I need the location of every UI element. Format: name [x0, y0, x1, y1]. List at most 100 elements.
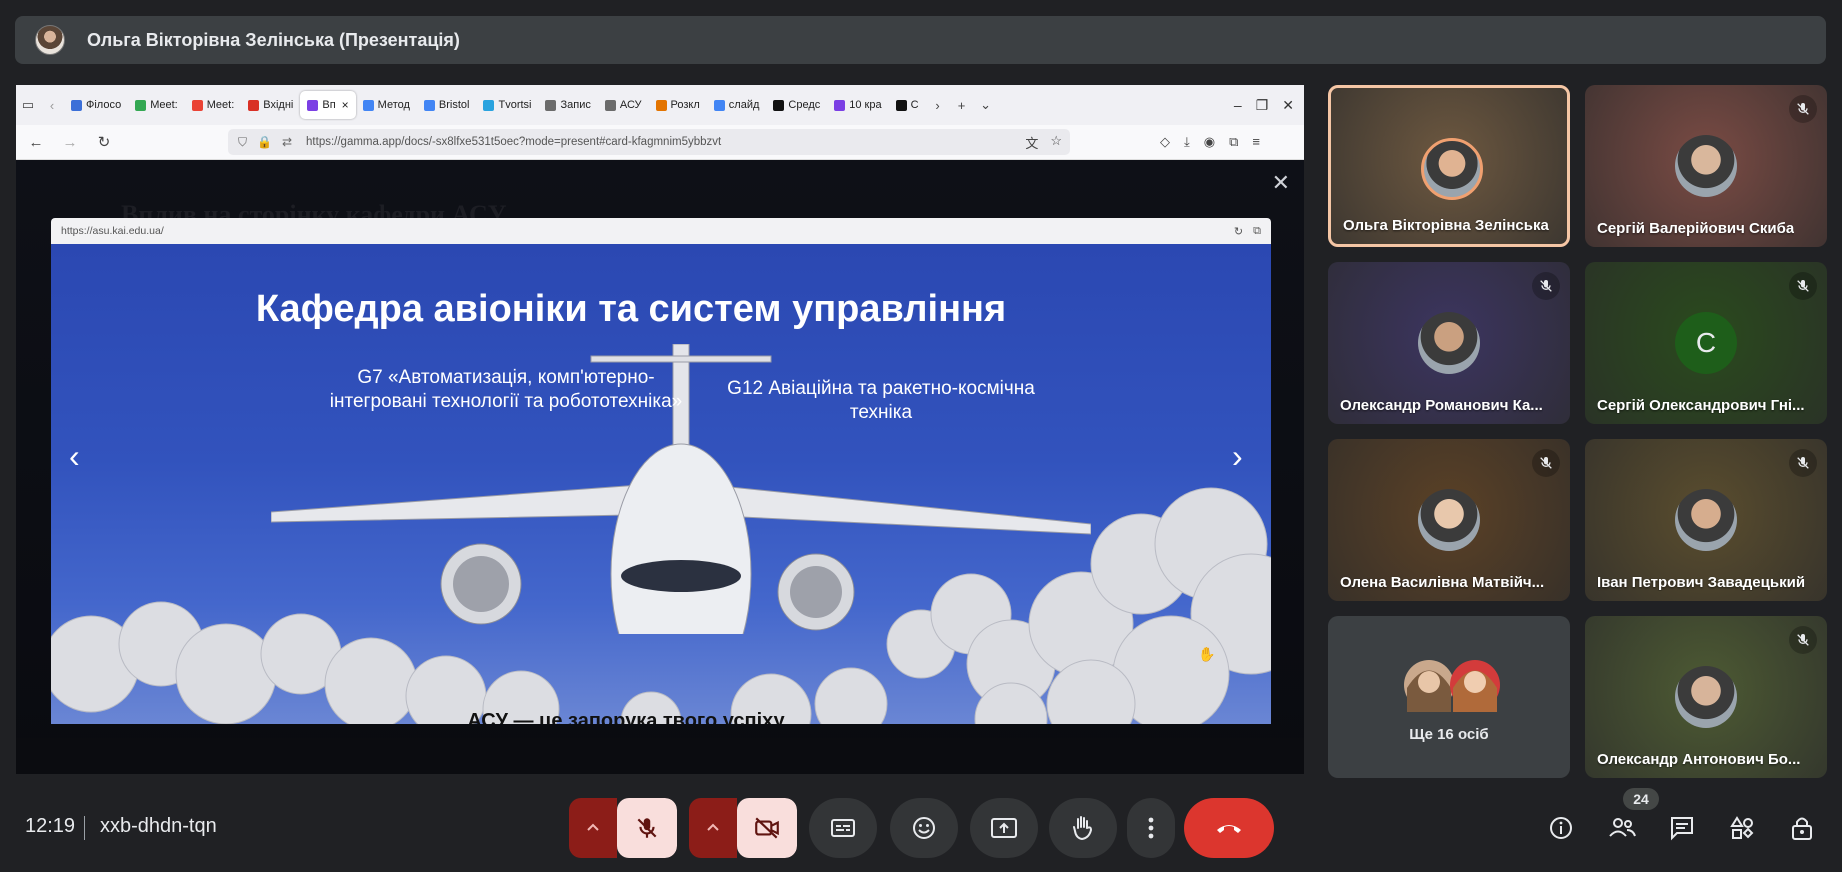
scroll-tabs-right-icon[interactable]: › [926, 93, 950, 117]
participant-tile[interactable]: Олександр Антонович Бо... [1585, 616, 1827, 778]
lock-icon[interactable]: 🔒 [257, 135, 272, 149]
embed-reload-icon[interactable]: ↻ [1234, 225, 1243, 238]
tab-list: Філосо Meet: Meet: Вхідні Вп × Метод Bristol Tvo… [64, 91, 926, 119]
browser-tab[interactable]: Meet: [185, 91, 242, 119]
tab-favicon-icon [713, 99, 725, 111]
browser-tab[interactable]: 10 кра [827, 91, 888, 119]
close-window-icon[interactable]: ✕ [1282, 97, 1294, 114]
mic-muted-icon [1789, 272, 1817, 300]
embed-url: https://asu.kai.edu.ua/ [61, 225, 164, 237]
browser-tab[interactable]: Средс [766, 91, 827, 119]
bottom-bar: 12:19 xxb-dhdn-tqn 24 [0, 788, 1842, 872]
audio-options-button[interactable] [569, 798, 617, 858]
permissions-icon[interactable]: ⇄ [282, 135, 292, 149]
browser-tab[interactable]: Запис [538, 91, 597, 119]
reactions-button[interactable] [890, 798, 958, 858]
activities-icon [1730, 816, 1754, 839]
new-tab-icon[interactable]: + [950, 93, 974, 117]
chevron-up-icon [707, 823, 719, 831]
avatar [1675, 489, 1737, 551]
slide-prev-icon[interactable]: ‹ [69, 438, 80, 475]
participant-name: Олександр Романович Ка... [1340, 397, 1543, 414]
tab-favicon-icon [545, 99, 557, 111]
participant-tile[interactable]: Олена Василівна Матвійч... [1328, 439, 1570, 601]
avatar-initial: С [1675, 312, 1737, 374]
url-bar[interactable]: ⛉ 🔒 ⇄ https://gamma.app/docs/-sx8lfxe531… [228, 129, 1070, 155]
scroll-tabs-left-icon[interactable]: ‹ [40, 93, 64, 117]
mic-toggle-button[interactable] [617, 798, 677, 858]
people-icon [1609, 818, 1636, 837]
tab-favicon-icon [423, 99, 435, 111]
browser-tab[interactable]: АСУ [598, 91, 649, 119]
browser-tab[interactable]: слайд [707, 91, 767, 119]
activities-button[interactable] [1722, 808, 1762, 848]
restore-icon[interactable]: ❐ [1256, 97, 1269, 114]
tab-label: 10 кра [849, 99, 882, 111]
slide-next-icon[interactable]: › [1232, 438, 1243, 475]
avatar [1418, 489, 1480, 551]
browser-tab[interactable]: C [889, 91, 926, 119]
open-external-icon[interactable]: ⧉ [1253, 225, 1261, 238]
mic-muted-icon [1789, 95, 1817, 123]
extensions-icon[interactable]: ⧉ [1229, 134, 1238, 150]
present-button[interactable] [970, 798, 1038, 858]
tab-favicon-icon [834, 99, 846, 111]
close-embed-icon[interactable]: ✕ [1272, 170, 1290, 196]
browser-tab[interactable]: Метод [356, 91, 417, 119]
forward-icon[interactable]: → [56, 128, 84, 156]
more-participants-tile[interactable]: Ще 16 осіб [1328, 616, 1570, 778]
camera-toggle-button[interactable] [737, 798, 797, 858]
bookmark-star-icon[interactable]: ☆ [1050, 133, 1062, 152]
browser-tab[interactable]: Bristol [417, 91, 477, 119]
captions-button[interactable] [809, 798, 877, 858]
meeting-details-button[interactable] [1541, 808, 1581, 848]
toolbar-right: ◇ ⤓ ◉ ⧉ ≡ [1160, 134, 1260, 150]
tracking-shield-icon[interactable]: ⛉ [238, 135, 247, 150]
meeting-code: xxb-dhdn-tqn [100, 815, 217, 837]
downloads-icon[interactable]: ⤓ [1184, 134, 1190, 150]
hang-up-icon [1217, 825, 1241, 833]
account-icon[interactable]: ◉ [1204, 134, 1215, 150]
participant-tile[interactable]: С Сергій Олександрович Гні... [1585, 262, 1827, 424]
participant-tile[interactable]: Іван Петрович Завадецький [1585, 439, 1827, 601]
browser-tab[interactable]: Філосо [64, 91, 128, 119]
browser-tab[interactable]: Вхідні [241, 91, 300, 119]
participant-tile[interactable]: Сергій Валерійович Скиба [1585, 85, 1827, 247]
menu-icon[interactable]: ≡ [1252, 134, 1260, 150]
tab-label: C [910, 99, 919, 111]
tab-label: Філосо [86, 99, 122, 111]
people-button[interactable] [1602, 808, 1642, 848]
emoji-icon [913, 817, 935, 839]
tab-label: Bristol [438, 99, 470, 111]
raise-hand-button[interactable] [1049, 798, 1117, 858]
minimize-icon[interactable]: – [1234, 97, 1242, 114]
browser-tab[interactable]: Meet: [128, 91, 185, 119]
browser-tab[interactable]: Розкл [649, 91, 707, 119]
leave-call-button[interactable] [1184, 798, 1274, 858]
avatar [1675, 135, 1737, 197]
participant-tile[interactable]: Олександр Романович Ка... [1328, 262, 1570, 424]
chat-button[interactable] [1662, 808, 1702, 848]
chat-icon [1671, 817, 1693, 841]
tab-overview-icon[interactable]: ▭ [16, 93, 40, 117]
specialty-left: G7 «Автоматизація, комп'ютерно-інтегрова… [329, 367, 683, 412]
browser-tab[interactable]: Вп × [300, 91, 356, 119]
more-options-button[interactable] [1127, 798, 1175, 858]
avatar [1675, 666, 1737, 728]
list-tabs-icon[interactable]: ⌄ [974, 93, 998, 117]
tab-favicon-icon [895, 99, 907, 111]
translate-icon[interactable]: 文 [1025, 133, 1038, 152]
tab-favicon-icon [71, 99, 82, 111]
host-controls-button[interactable] [1782, 808, 1822, 848]
back-icon[interactable]: ← [22, 128, 50, 156]
browser-tab[interactable]: Tvortsi [476, 91, 538, 119]
pocket-icon[interactable]: ◇ [1160, 134, 1170, 150]
presenter-avatar [35, 25, 65, 55]
browser-navbar: ← → ↻ ⛉ 🔒 ⇄ https://gamma.app/docs/-sx8l… [16, 125, 1304, 160]
participant-tile[interactable]: Ольга Вікторівна Зелінська [1328, 85, 1570, 247]
close-tab-icon[interactable]: × [342, 98, 349, 112]
reload-icon[interactable]: ↻ [90, 128, 118, 156]
more-vert-icon [1148, 817, 1154, 839]
video-options-button[interactable] [689, 798, 737, 858]
meet-app: Ольга Вікторівна Зелінська (Презентація)… [0, 0, 1842, 872]
